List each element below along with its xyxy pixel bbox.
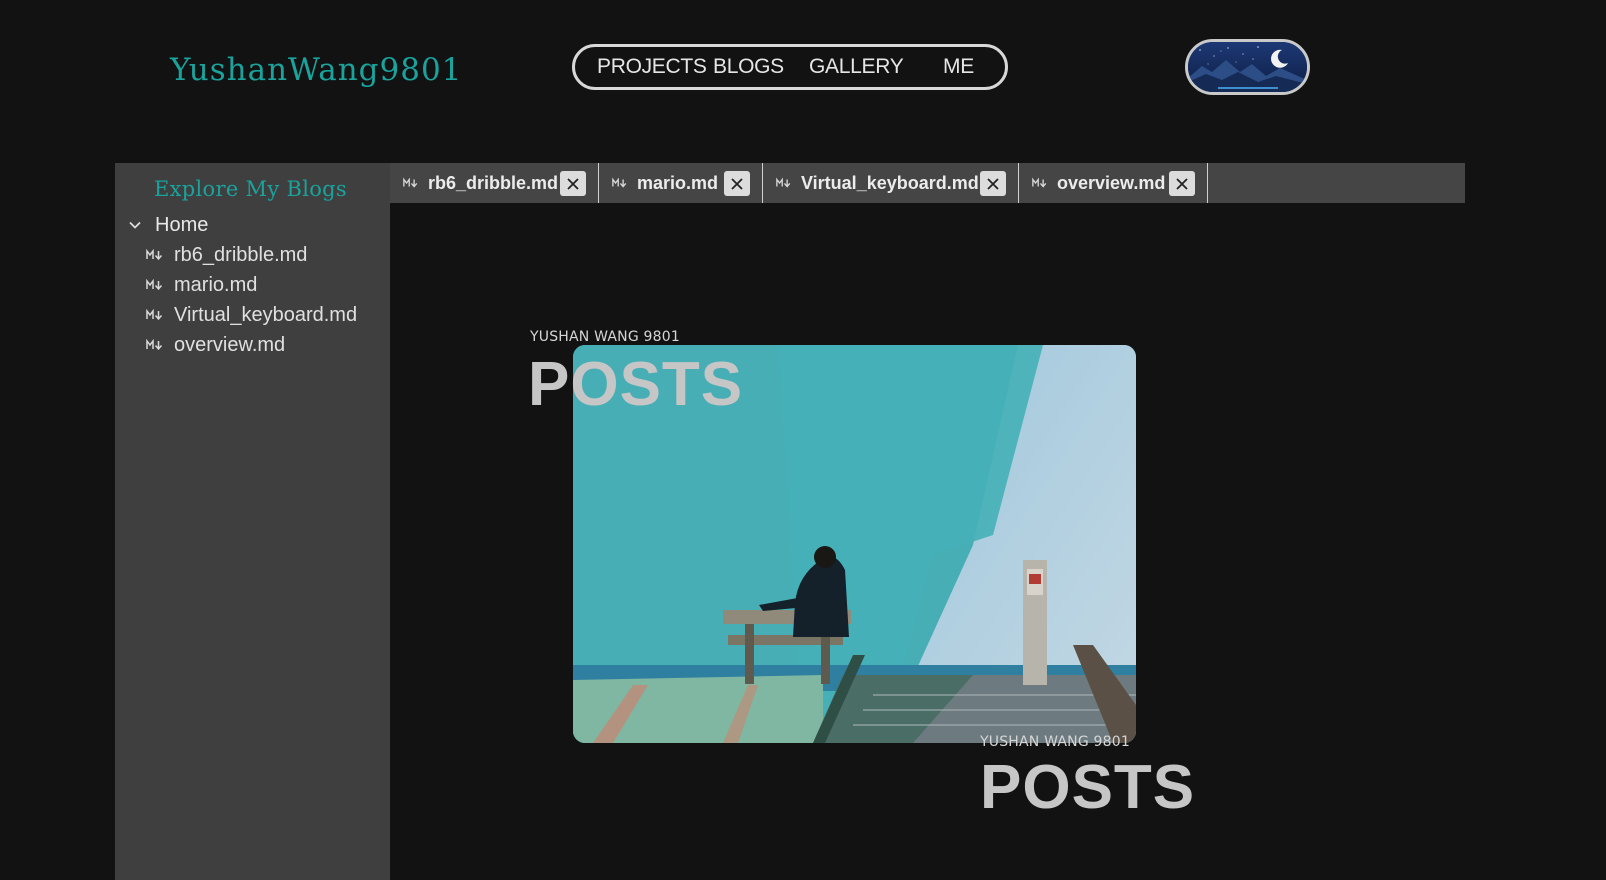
nav-link-gallery[interactable]: GALLERY <box>809 55 904 79</box>
tree-file-rb6-dribble[interactable]: rb6_dribble.md <box>146 242 307 268</box>
hero-kicker: YUSHAN WANG 9801 <box>530 329 680 345</box>
markdown-icon <box>612 177 627 188</box>
tree-file-overview[interactable]: overview.md <box>146 332 285 358</box>
main-nav: PROJECTS BLOGS GALLERY ME <box>572 44 1008 90</box>
tab-virtual-keyboard[interactable]: Virtual_keyboard.md <box>763 163 1019 203</box>
tree-file-label: Virtual_keyboard.md <box>174 303 358 326</box>
tab-close-button[interactable] <box>560 171 586 196</box>
nav-link-me[interactable]: ME <box>943 55 974 79</box>
close-icon <box>987 177 999 190</box>
nav-link-blogs[interactable]: BLOGS <box>713 55 784 79</box>
tree-folder-label: Home <box>155 213 209 236</box>
moon-icon <box>1271 49 1288 68</box>
tree-file-label: rb6_dribble.md <box>174 243 308 266</box>
tree-folder-home[interactable]: Home <box>127 212 208 238</box>
tab-rb6-dribble[interactable]: rb6_dribble.md <box>390 163 599 203</box>
tab-close-button[interactable] <box>1169 171 1195 196</box>
tree-file-label: overview.md <box>174 333 286 356</box>
site-logo[interactable]: YushanWang9801 <box>170 52 462 88</box>
tab-overview[interactable]: overview.md <box>1019 163 1208 203</box>
tab-close-button[interactable] <box>980 171 1006 196</box>
hero-heading-bottom: POSTS <box>980 753 1196 822</box>
markdown-icon <box>146 279 163 291</box>
blog-explorer-sidebar: Explore My Blogs Home rb6_dribble.md mar… <box>115 163 390 880</box>
markdown-icon <box>146 309 163 321</box>
close-icon <box>1176 177 1188 190</box>
sidebar-title: Explore My Blogs <box>154 177 347 201</box>
tab-label: rb6_dribble.md <box>428 172 559 193</box>
close-icon <box>731 177 743 190</box>
nav-link-projects[interactable]: PROJECTS <box>597 55 707 79</box>
tab-close-button[interactable] <box>724 171 750 196</box>
close-icon <box>567 177 579 190</box>
markdown-icon <box>1032 177 1047 188</box>
hero-heading: POSTS <box>528 350 744 419</box>
tree-file-mario[interactable]: mario.md <box>146 272 257 298</box>
markdown-icon <box>146 339 163 351</box>
hero-kicker-bottom: YUSHAN WANG 9801 <box>980 734 1130 750</box>
markdown-icon <box>403 177 418 188</box>
tree-file-label: mario.md <box>174 273 258 296</box>
tab-label: mario.md <box>637 172 719 193</box>
markdown-icon <box>776 177 791 188</box>
markdown-icon <box>146 249 163 261</box>
tab-mario[interactable]: mario.md <box>599 163 763 203</box>
chevron-down-icon <box>129 221 141 229</box>
tab-label: overview.md <box>1057 172 1166 193</box>
tree-file-virtual-keyboard[interactable]: Virtual_keyboard.md <box>146 302 357 328</box>
theme-toggle-button[interactable] <box>1185 39 1310 95</box>
tab-label: Virtual_keyboard.md <box>801 172 979 193</box>
editor-tab-bar: rb6_dribble.md mario.md Virtual_keyboard… <box>390 163 1465 203</box>
